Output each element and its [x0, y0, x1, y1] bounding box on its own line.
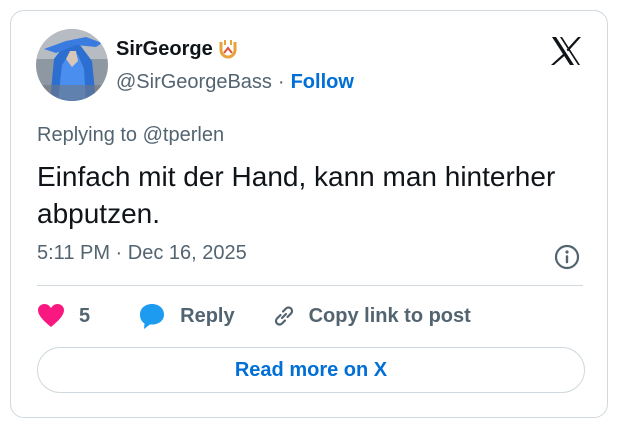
- copy-link-button[interactable]: Copy link to post: [271, 303, 471, 329]
- separator-dot: ·: [277, 70, 285, 93]
- x-logo-icon[interactable]: [548, 33, 584, 69]
- read-more-button[interactable]: Read more on X: [37, 347, 585, 393]
- copy-link-label: Copy link to post: [308, 304, 471, 327]
- post-embed-card: SirGeorge @SirGeorgeBass · Follow Replyi…: [10, 10, 608, 418]
- heart-icon: [38, 304, 64, 327]
- post-text: Einfach mit der Hand, kann man hinterher…: [37, 161, 556, 229]
- reply-button[interactable]: Reply: [138, 302, 235, 330]
- post-timestamp[interactable]: 5:11 PM · Dec 16, 2025: [37, 242, 247, 265]
- follow-button[interactable]: Follow: [291, 71, 354, 94]
- avatar[interactable]: [36, 29, 108, 101]
- link-icon: [274, 306, 293, 326]
- author-handle[interactable]: @SirGeorgeBass: [116, 71, 272, 94]
- avatar-image: [36, 29, 108, 101]
- replying-prefix: Replying to: [37, 124, 138, 146]
- replying-mention[interactable]: @tperlen: [143, 124, 224, 146]
- horseshoe-badge-icon: [219, 40, 237, 59]
- info-icon[interactable]: [553, 243, 581, 271]
- display-name[interactable]: SirGeorge: [116, 38, 213, 61]
- like-button[interactable]: 5: [37, 303, 90, 329]
- divider: [37, 285, 583, 286]
- action-bar: 5 Reply Copy link to post: [37, 301, 471, 331]
- replying-to: Replying to @tperlen: [37, 124, 224, 147]
- reply-label: Reply: [180, 304, 235, 327]
- speech-bubble-icon: [140, 304, 165, 329]
- like-count: 5: [79, 304, 91, 327]
- handle-row: @SirGeorgeBass · Follow: [116, 68, 354, 96]
- author-name-row[interactable]: SirGeorge: [116, 35, 241, 63]
